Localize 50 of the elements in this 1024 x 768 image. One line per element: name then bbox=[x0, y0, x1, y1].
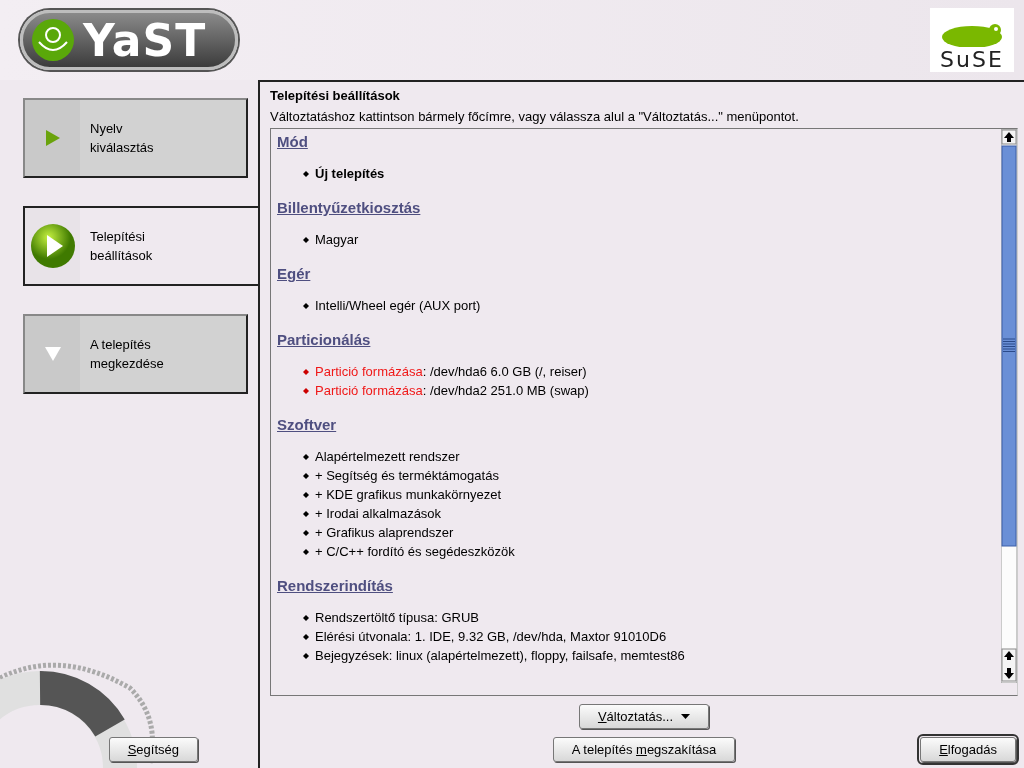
down-triangle-icon bbox=[44, 347, 61, 361]
summary-item: + KDE grafikus munkakörnyezet bbox=[315, 487, 502, 502]
section-heading-link[interactable]: Mód bbox=[277, 133, 308, 150]
bullet-icon bbox=[303, 472, 309, 479]
summary-item: Intelli/Wheel egér (AUX port) bbox=[315, 298, 481, 313]
bullet-icon bbox=[303, 170, 309, 177]
summary-item: Alapértelmezett rendszer bbox=[315, 449, 460, 464]
play-button-icon bbox=[29, 223, 76, 269]
bullet-icon bbox=[303, 387, 309, 394]
bullet-icon bbox=[303, 510, 309, 517]
summary-item: + C/C++ fordító és segédeszközök bbox=[315, 544, 515, 559]
summary-item: + Grafikus alaprendszer bbox=[315, 525, 454, 540]
summary-item: + Irodai alkalmazások bbox=[315, 506, 442, 521]
bullet-icon bbox=[303, 453, 309, 460]
instruction-text: Változtatáshoz kattintson bármely főcímre, vagy válassza alul a "Változtatás..." menüpontot. bbox=[270, 109, 800, 124]
step-item[interactable]: Nyelv kiválasztás bbox=[23, 98, 248, 178]
bullet-icon bbox=[303, 633, 309, 640]
section-heading-link[interactable]: Egér bbox=[277, 265, 311, 282]
bullet-icon bbox=[303, 652, 309, 659]
logo-text: YaST bbox=[83, 14, 207, 66]
summary-item: Magyar bbox=[315, 232, 359, 247]
section-heading-link[interactable]: Billentyűzetkiosztás bbox=[277, 199, 421, 216]
bullet-icon bbox=[303, 614, 309, 621]
section-heading-link[interactable]: Szoftver bbox=[277, 416, 337, 433]
summary-item: + Segítség és terméktámogatás bbox=[315, 468, 499, 483]
bullet-icon bbox=[303, 302, 309, 309]
abort-button[interactable]: A telepítés megszakítása bbox=[552, 737, 736, 762]
play-arrow-icon bbox=[45, 130, 60, 146]
brand-text: SuSE bbox=[940, 47, 1004, 72]
section-heading-link[interactable]: Rendszerindítás bbox=[277, 577, 393, 594]
summary-item: Bejegyzések: linux (alapértelmezett), floppy, failsafe, memtest86 bbox=[315, 648, 685, 663]
summary-item: Rendszertöltő típusa: GRUB bbox=[315, 610, 480, 625]
change-dropdown-button[interactable]: Változtatás... bbox=[578, 704, 710, 729]
scrollbar[interactable] bbox=[1001, 129, 1017, 683]
summary-item: Partició formázása: /dev/hda6 6.0 GB (/, reiser) bbox=[315, 364, 587, 379]
summary-item: Új telepítés bbox=[315, 166, 385, 181]
bullet-icon bbox=[303, 529, 309, 536]
summary-item: Partició formázása: /dev/hda2 251.0 MB (swap) bbox=[315, 383, 589, 398]
bullet-icon bbox=[303, 548, 309, 555]
section-heading-link[interactable]: Particionálás bbox=[277, 331, 371, 348]
step-item[interactable]: A telepítés megkezdése bbox=[23, 314, 248, 394]
caret-icon bbox=[681, 714, 691, 719]
step-item[interactable]: Telepítési beállítások bbox=[23, 206, 258, 286]
bullet-icon bbox=[303, 491, 309, 498]
panel-title: Telepítési beállítások bbox=[270, 88, 401, 103]
help-button[interactable]: Segítség bbox=[108, 737, 198, 762]
bullet-icon bbox=[303, 368, 309, 375]
bullet-icon bbox=[303, 236, 309, 243]
summary-item: Elérési útvonala: 1. IDE, 9.32 GB, /dev/hda, Maxtor 91010D6 bbox=[315, 629, 667, 644]
accept-button[interactable]: Elfogadás bbox=[920, 737, 1016, 762]
